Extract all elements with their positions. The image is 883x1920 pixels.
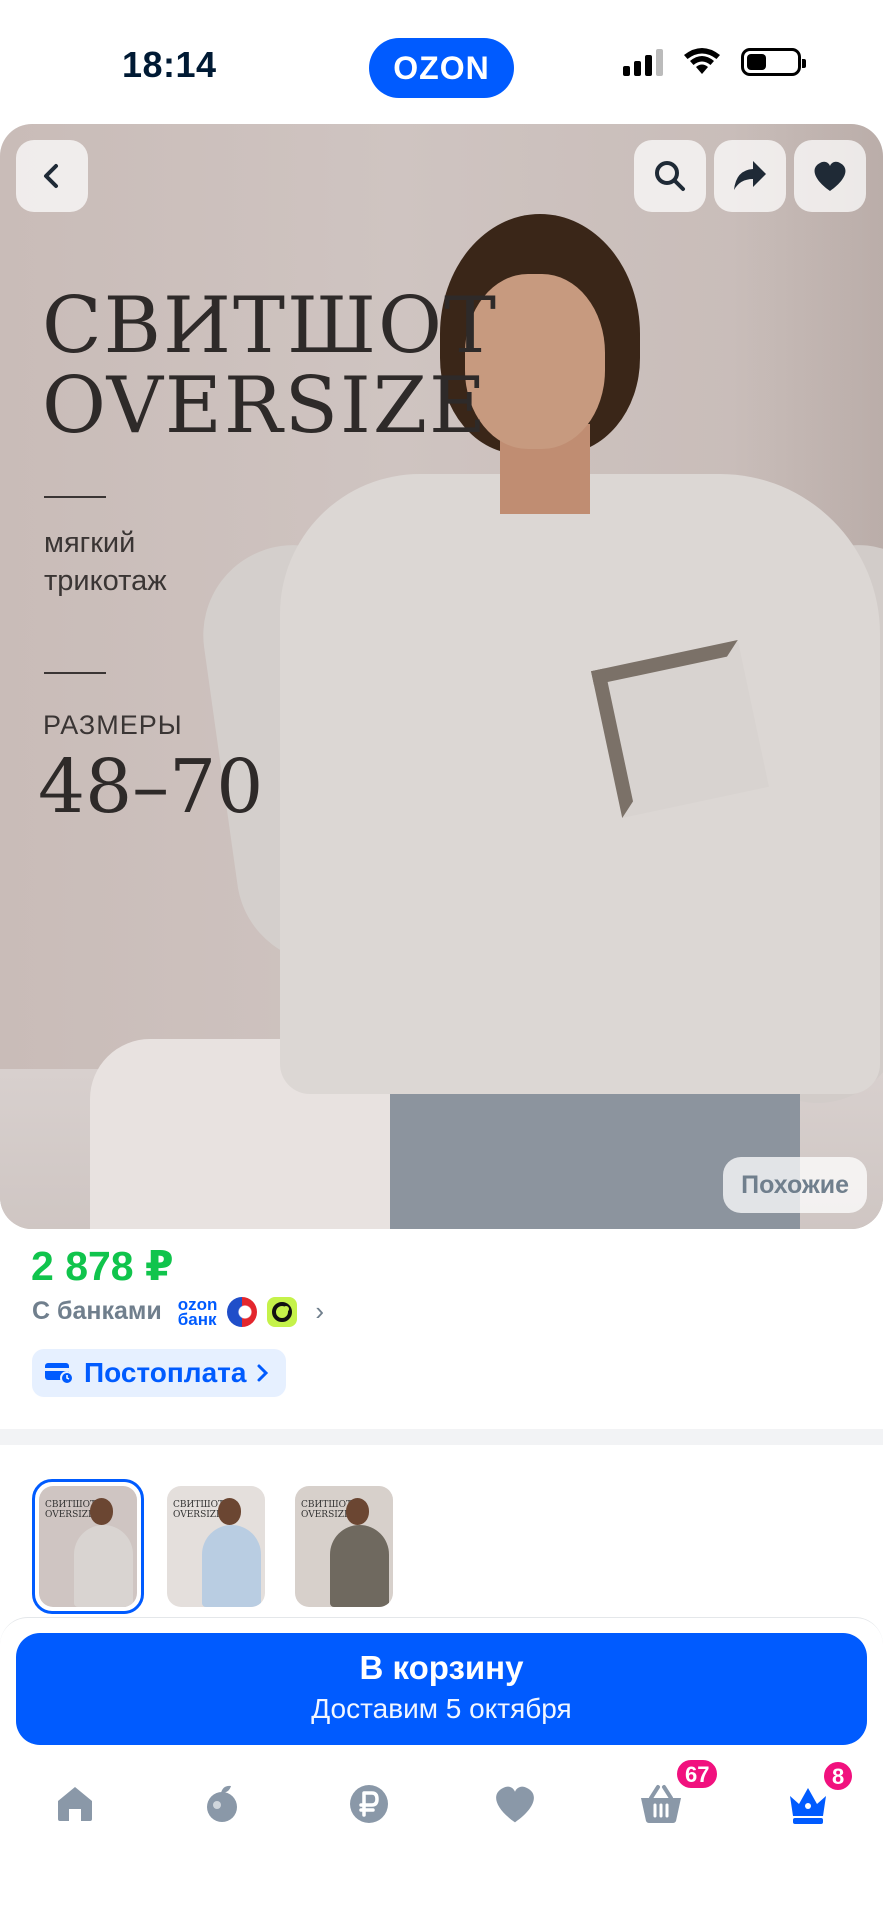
card-clock-icon [45, 1363, 74, 1385]
signal-icon [623, 48, 663, 76]
heart-icon [814, 161, 846, 191]
ozon-bank-logo: ozon банк [177, 1294, 218, 1329]
banks-label: С банками [32, 1297, 162, 1325]
thumb-title: СВИТШОТ OVERSIZE [301, 1500, 353, 1520]
nav-home[interactable] [48, 1780, 102, 1828]
status-icons [623, 48, 806, 76]
search-icon [655, 161, 685, 191]
cart-badge: 67 [675, 1758, 720, 1790]
add-to-cart-button[interactable]: В корзину Доставим 5 октября [16, 1633, 867, 1745]
profile-badge: 8 [822, 1760, 855, 1792]
nav-cart[interactable] [634, 1780, 688, 1828]
add-to-cart-label: В корзину [359, 1649, 524, 1686]
nav-finance[interactable] [342, 1780, 396, 1828]
variant-thumbnail[interactable]: СВИТШОТ OVERSIZE [160, 1479, 272, 1614]
chevron-right-icon [257, 1364, 269, 1382]
back-button[interactable] [16, 140, 88, 212]
section-divider [0, 1429, 883, 1445]
bank-logo-icon [227, 1296, 258, 1327]
thumb-title: СВИТШОТ OVERSIZE [45, 1500, 97, 1520]
fresh-icon [207, 1785, 237, 1822]
postpay-button[interactable]: Постоплата [32, 1349, 287, 1397]
nav-favorites[interactable] [488, 1780, 542, 1828]
delivery-date: Доставим 5 октября [311, 1693, 572, 1724]
divider [44, 496, 106, 498]
promo-subtitle: мягкий трикотаж [44, 527, 167, 597]
home-icon [58, 1787, 92, 1821]
bottom-nav [0, 1767, 883, 1920]
status-time: 18:14 [122, 44, 217, 85]
cart-icon [641, 1785, 681, 1823]
thumb-title: СВИТШОТ OVERSIZE [173, 1500, 225, 1520]
promo-sizes-label: РАЗМЕРЫ [43, 710, 183, 740]
back-icon [44, 164, 58, 188]
ozon-logo[interactable]: OZON [369, 38, 514, 98]
wifi-icon [684, 48, 720, 74]
variant-thumbnail[interactable]: СВИТШОТ OVERSIZE [32, 1479, 144, 1614]
battery-icon [741, 48, 806, 76]
promo-title: СВИТШОТ OVERSIZE [42, 281, 499, 451]
color-variants: СВИТШОТ OVERSIZE СВИТШОТ OVERSIZE СВИТШО… [32, 1479, 400, 1614]
favorite-button[interactable] [794, 140, 866, 212]
share-icon [734, 161, 766, 190]
favorites-icon [496, 1786, 534, 1823]
variant-thumbnail[interactable]: СВИТШОТ OVERSIZE [288, 1479, 400, 1614]
postpay-label: Постоплата [84, 1357, 247, 1388]
status-bar: 18:14 OZON [0, 0, 883, 124]
product-hero-image[interactable]: СВИТШОТ OVERSIZE мягкий трикотаж РАЗМЕРЫ… [0, 124, 883, 1229]
nav-fresh[interactable] [195, 1780, 249, 1828]
profile-icon [790, 1788, 826, 1824]
bank-price-row[interactable]: С банками ozon банк › [32, 1294, 325, 1329]
search-button[interactable] [634, 140, 706, 212]
similar-button[interactable]: Похожие [723, 1157, 867, 1213]
bank-logo-icon [267, 1296, 298, 1327]
promo-sizes-value: 48–70 [38, 744, 264, 830]
price: 2 878 ₽ [31, 1243, 174, 1289]
share-button[interactable] [714, 140, 786, 212]
divider [44, 672, 106, 674]
chevron-right-icon: › [315, 1296, 325, 1326]
finance-icon [350, 1785, 388, 1823]
